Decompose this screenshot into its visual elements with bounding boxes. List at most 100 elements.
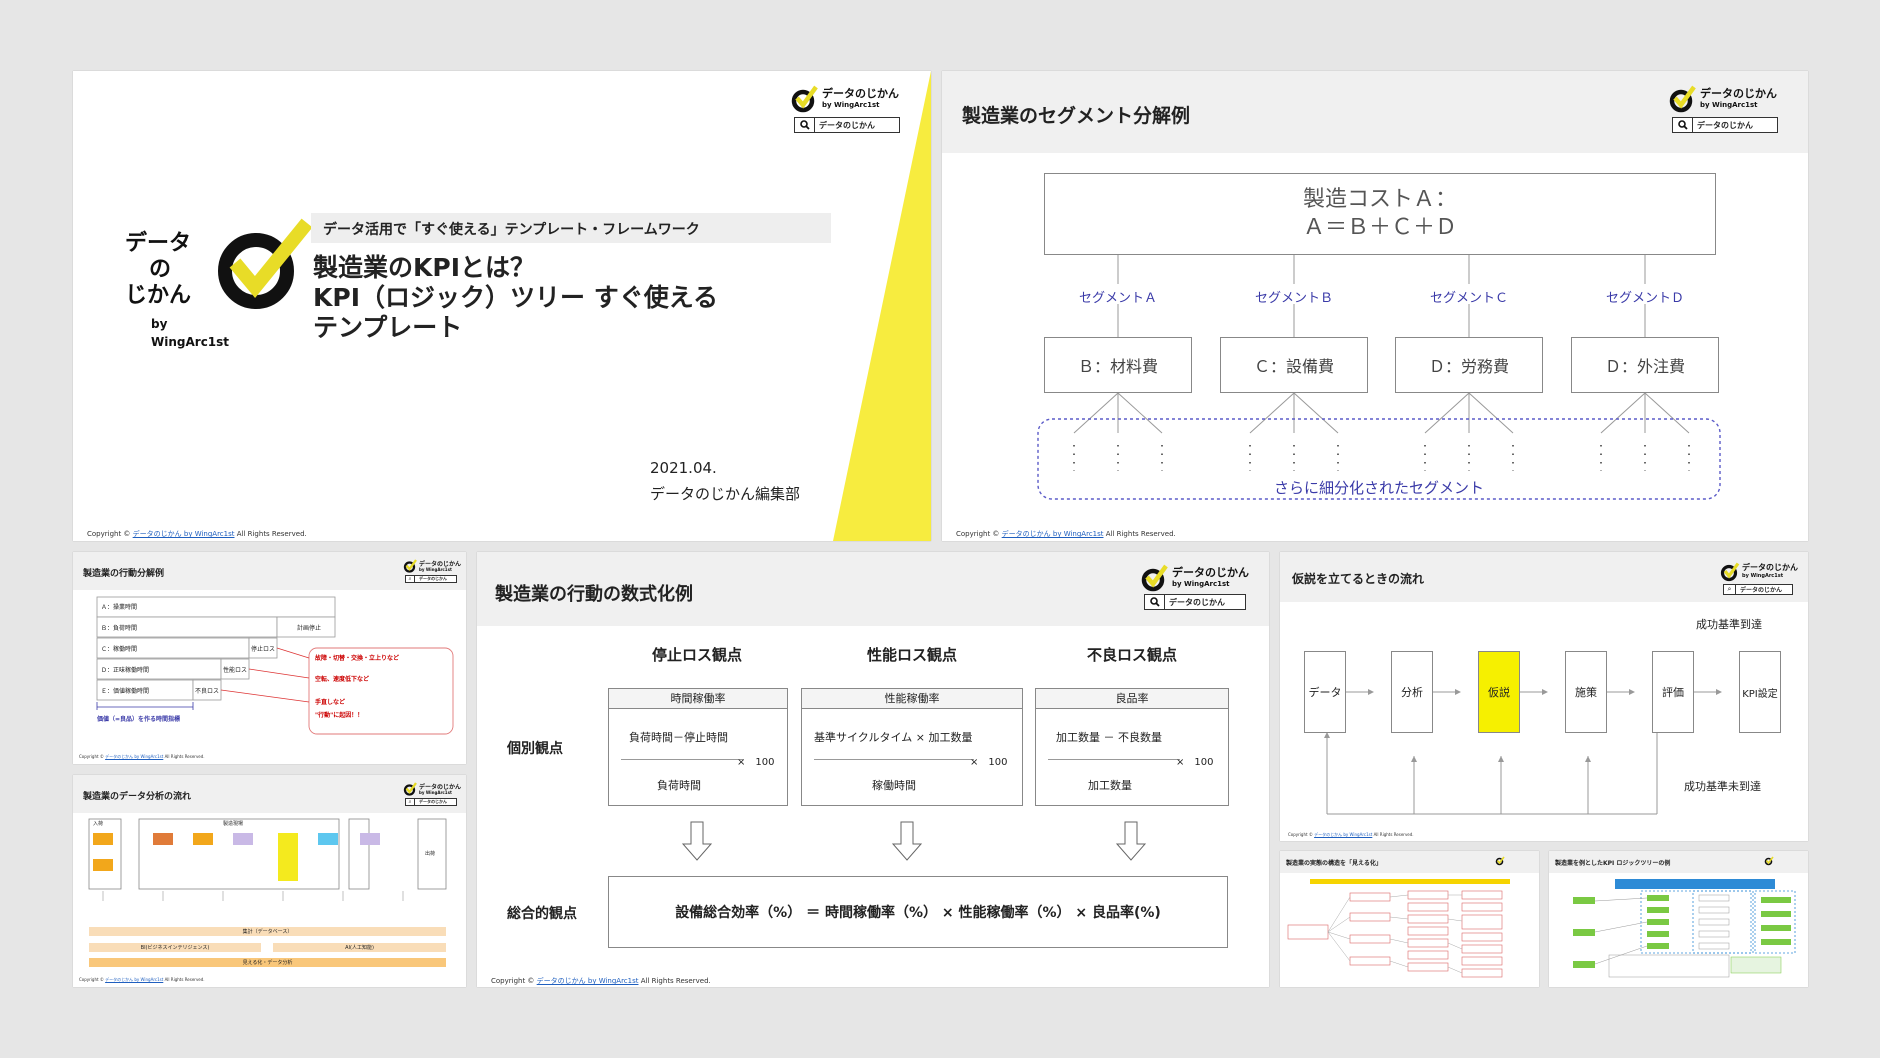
segment-box: Ｃ：設備費: [1220, 337, 1368, 393]
copyright-prefix: Copyright ©: [1288, 832, 1315, 837]
brand-by: by WingArc1st: [151, 317, 230, 349]
copyright-link[interactable]: データのじかん by WingArc1st: [105, 977, 163, 982]
copyright-prefix: Copyright ©: [87, 530, 133, 538]
copyright-suffix: All Rights Reserved.: [1372, 832, 1414, 837]
db-label: 集計（データベース）: [242, 929, 293, 935]
copyright-prefix: Copyright ©: [956, 530, 1002, 538]
viz-label: 見える化・データ分析: [242, 960, 293, 966]
time-row: Ａ：操業時間: [101, 604, 138, 611]
flow-step-analysis: 分析: [1391, 651, 1433, 733]
segment-box: Ｄ：労務費: [1395, 337, 1543, 393]
value-time-note: 価値（=良品）を作る時間指標: [97, 716, 181, 723]
brand-line-2: の: [149, 257, 172, 282]
editor: データのじかん編集部: [650, 485, 801, 503]
sub-segment-label: さらに細分化されたセグメント: [1273, 479, 1484, 497]
structure-diagram: [1287, 879, 1510, 978]
copyright: Copyright © データのじかん by WingArc1st All Ri…: [79, 977, 205, 983]
logo-search-box[interactable]: データのじかん: [794, 117, 900, 133]
title-line-3: テンプレート: [313, 313, 463, 342]
subtitle-text: データ活用で「すぐ使える」テンプレート・フレームワーク: [323, 222, 700, 238]
copyright-link[interactable]: データのじかん by WingArc1st: [1002, 530, 1104, 538]
kpi-tree-diagram: [1573, 879, 1796, 978]
time-row: Ｃ：稼働時間: [101, 646, 138, 653]
loss-label: 不良ロス: [195, 688, 220, 695]
time-row: Ｄ：正味稼働時間: [101, 667, 150, 674]
brand-line-1: データ: [125, 231, 192, 256]
flow-step-kpi: KPI設定: [1739, 651, 1781, 733]
logo: データのじかん by WingArc1st データのじかん: [790, 83, 920, 133]
segment-label: セグメントＢ: [1254, 291, 1333, 306]
time-row: Ｂ：負荷時間: [101, 625, 138, 632]
process-label: 製造現場: [223, 821, 244, 827]
slide-formula[interactable]: 製造業の行動の数式化例 データのじかん by WingArc1st データのじか…: [477, 552, 1269, 987]
title-line-1: 製造業のKPIとは？: [313, 253, 535, 282]
inbound-label: 入荷: [93, 821, 104, 827]
copyright: Copyright © データのじかん by WingArc1st All Ri…: [79, 754, 205, 760]
hypothesis-flow-lines: [1324, 689, 1722, 815]
slide-kpi-tree-thumbnail[interactable]: 製造業を例としたKPI ロジックツリーの例: [1549, 851, 1808, 987]
search-icon: [795, 118, 815, 132]
segment-box: Ｄ：外注費: [1571, 337, 1719, 393]
time-row: Ｅ：価値稼働時間: [101, 688, 150, 695]
brand-line-3: じかん: [125, 283, 192, 308]
brand-text: データ の じかん by WingArc1st: [125, 231, 230, 351]
top-cost-line-2: Ａ＝Ｂ＋Ｃ＋Ｄ: [1302, 215, 1457, 240]
loss-label: 停止ロス: [251, 646, 276, 653]
loss-label: 計画停止: [297, 625, 322, 632]
copyright-suffix: All Rights Reserved.: [234, 530, 307, 538]
flow-step-evaluation: 評価: [1652, 651, 1694, 733]
shipping-label: 出荷: [425, 851, 436, 857]
copyright-prefix: Copyright ©: [79, 977, 106, 982]
logo-name: データのじかん: [822, 87, 899, 100]
loss-note: "行動"に起因！！: [315, 712, 364, 719]
copyright: Copyright © データのじかん by WingArc1st All Ri…: [491, 976, 711, 986]
copyright-link[interactable]: データのじかん by WingArc1st: [133, 530, 235, 538]
date: 2021.04.: [650, 459, 717, 477]
main-title: 製造業のKPIとは？ KPI（ロジック）ツリー すぐ使える テンプレート: [313, 253, 718, 343]
copyright-link[interactable]: データのじかん by WingArc1st: [1314, 832, 1372, 837]
logo-search-text: データのじかん: [819, 120, 875, 130]
copyright-link[interactable]: データのじかん by WingArc1st: [105, 754, 163, 759]
copyright-suffix: All Rights Reserved.: [163, 754, 205, 759]
segment-label: セグメントＤ: [1605, 291, 1684, 306]
title-line-2: KPI（ロジック）ツリー すぐ使える: [313, 283, 718, 312]
slide-segment[interactable]: 製造業のセグメント分解例 データのじかん by WingArc1st データのじ…: [942, 71, 1808, 541]
total-formula-box: 設備総合効率（%） ＝ 時間稼働率（%） × 性能稼働率（%） × 良品率(%): [608, 876, 1228, 948]
copyright-link[interactable]: データのじかん by WingArc1st: [537, 977, 639, 985]
top-cost-box: 製造コストＡ： Ａ＝Ｂ＋Ｃ＋Ｄ: [1044, 173, 1716, 255]
loss-note: 故障・切替・交換・立上りなど: [315, 655, 400, 662]
flow-step-measure: 施策: [1565, 651, 1607, 733]
flow-step-data: データ: [1304, 651, 1346, 733]
slide-title[interactable]: データ の じかん by WingArc1st データ活用で「すぐ使える」テンプ…: [73, 71, 931, 541]
brand-check-logo: [218, 218, 313, 309]
row-total-label: 総合的観点: [507, 906, 577, 922]
copyright-prefix: Copyright ©: [491, 977, 537, 985]
slide-data-analysis-flow[interactable]: 製造業のデータ分析の流れ データのじかん by WingArc1st ⌕ データ…: [73, 775, 466, 987]
slide-hypothesis-flow[interactable]: 仮説を立てるときの流れ データのじかん by WingArc1st ⌕ データの…: [1280, 552, 1808, 841]
segment-box: Ｂ：材料費: [1044, 337, 1192, 393]
segment-label: セグメントＡ: [1078, 291, 1157, 306]
loss-note: 手直しなど: [315, 699, 346, 706]
subtitle-banner: データ活用で「すぐ使える」テンプレート・フレームワーク: [311, 213, 831, 243]
logo-check-icon: [791, 85, 818, 113]
copyright-suffix: All Rights Reserved.: [638, 977, 711, 985]
flow-step-hypothesis: 仮説: [1478, 651, 1520, 733]
copyright: Copyright © データのじかん by WingArc1st All Ri…: [956, 529, 1176, 539]
bi-label: BI(ビジネスインテリジェンス): [140, 945, 210, 951]
segment-tree-lines: [1037, 255, 1721, 500]
top-cost-line-1: 製造コストＡ：: [1302, 187, 1457, 212]
loss-note: 空転、速度低下など: [315, 676, 370, 683]
slide-action-decomposition[interactable]: 製造業の行動分解例 データのじかん by WingArc1st ⌕ データのじか…: [73, 552, 466, 764]
copyright: Copyright © データのじかん by WingArc1st All Ri…: [87, 529, 307, 539]
copyright-suffix: All Rights Reserved.: [1103, 530, 1176, 538]
ai-label: AI(人工知能): [345, 945, 374, 951]
copyright-suffix: All Rights Reserved.: [163, 977, 205, 982]
slide-visualization-thumbnail[interactable]: 製造業の実態の構造を「見える化」: [1280, 851, 1539, 987]
total-formula: 設備総合効率（%） ＝ 時間稼働率（%） × 性能稼働率（%） × 良品率(%): [675, 905, 1161, 921]
copyright: Copyright © データのじかん by WingArc1st All Ri…: [1288, 832, 1414, 838]
segment-label: セグメントＣ: [1429, 291, 1508, 306]
copyright-prefix: Copyright ©: [79, 754, 106, 759]
logo-by: by WingArc1st: [822, 101, 880, 109]
action-bars: [96, 596, 454, 735]
loss-label: 性能ロス: [223, 667, 248, 674]
